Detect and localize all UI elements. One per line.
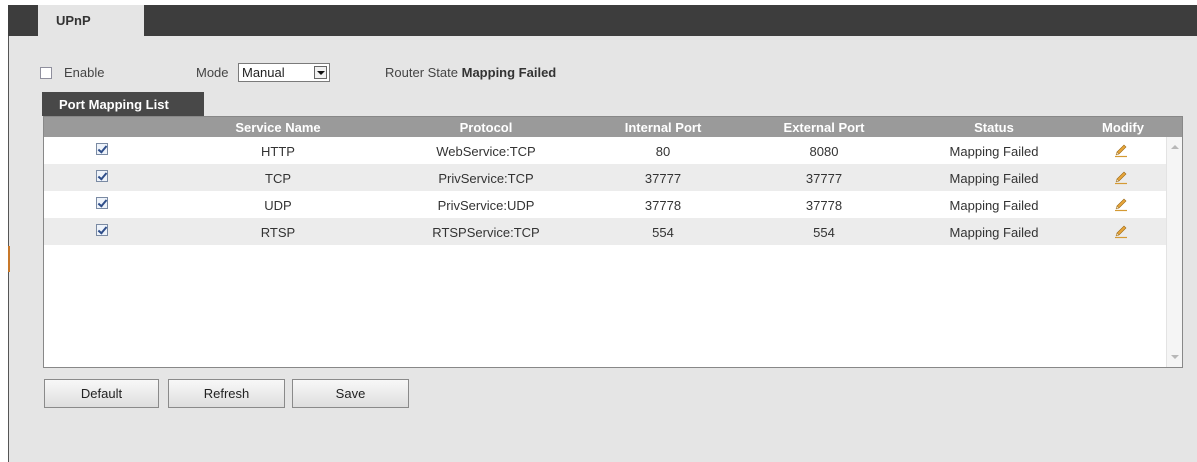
table-row[interactable]: RTSP RTSPService:TCP 554 554 Mapping Failed <box>44 218 1167 245</box>
header-internal-port: Internal Port <box>624 120 702 135</box>
cell-service-name: HTTP <box>261 144 295 159</box>
header-external-port: External Port <box>783 120 865 135</box>
table-header: Service Name Protocol Internal Port Exte… <box>44 117 1182 137</box>
upnp-panel: UPnP Enable Mode Manual Router State Map… <box>8 5 1197 462</box>
settings-row: Enable Mode Manual Router State Mapping … <box>40 63 740 83</box>
dropdown-arrow-icon[interactable] <box>314 66 327 79</box>
tab-upnp[interactable]: UPnP <box>38 5 144 36</box>
cell-protocol: PrivService:TCP <box>438 171 534 186</box>
cell-status: Mapping Failed <box>949 225 1039 240</box>
cell-external-port: 8080 <box>809 144 839 159</box>
cell-protocol: RTSPService:TCP <box>432 225 540 240</box>
cell-status: Mapping Failed <box>949 171 1039 186</box>
cell-external-port: 554 <box>813 225 835 240</box>
header-protocol: Protocol <box>459 120 513 135</box>
table-row[interactable]: HTTP WebService:TCP 80 8080 Mapping Failed <box>44 137 1167 164</box>
cell-external-port: 37777 <box>805 171 843 186</box>
cell-service-name: UDP <box>264 198 292 213</box>
save-button[interactable]: Save <box>292 379 409 408</box>
pencil-icon[interactable] <box>1113 223 1129 239</box>
header-status: Status <box>974 120 1014 135</box>
enable-checkbox[interactable] <box>40 67 52 79</box>
router-state-label: Router State <box>385 65 458 80</box>
scroll-up-icon[interactable] <box>1171 145 1179 149</box>
cell-internal-port: 80 <box>655 144 671 159</box>
cell-internal-port: 37777 <box>644 171 682 186</box>
pencil-icon[interactable] <box>1113 196 1129 212</box>
mode-select[interactable]: Manual <box>238 63 330 82</box>
cell-external-port: 37778 <box>805 198 843 213</box>
table-row[interactable]: TCP PrivService:TCP 37777 37777 Mapping Fail… <box>44 164 1167 191</box>
router-state-value: Mapping Failed <box>461 65 557 80</box>
header-service-name: Service Name <box>235 120 321 135</box>
port-mapping-table: Service Name Protocol Internal Port Exte… <box>43 116 1183 368</box>
edge-marker <box>8 246 10 272</box>
row-checkbox[interactable] <box>96 197 108 209</box>
vertical-scrollbar[interactable] <box>1166 137 1182 367</box>
row-checkbox[interactable] <box>96 224 108 236</box>
refresh-button[interactable]: Refresh <box>168 379 285 408</box>
cell-service-name: TCP <box>265 171 291 186</box>
scroll-down-icon[interactable] <box>1171 355 1179 359</box>
cell-internal-port: 554 <box>652 225 674 240</box>
mode-value: Manual <box>242 65 285 80</box>
tab-port-mapping-list[interactable]: Port Mapping List <box>42 92 204 116</box>
router-state: Router State Mapping Failed <box>385 65 556 80</box>
row-checkbox[interactable] <box>96 143 108 155</box>
cell-protocol: PrivService:UDP <box>437 198 535 213</box>
cell-protocol: WebService:TCP <box>436 144 536 159</box>
cell-service-name: RTSP <box>260 225 296 240</box>
enable-label: Enable <box>64 65 105 80</box>
pencil-icon[interactable] <box>1113 169 1129 185</box>
table-row[interactable]: UDP PrivService:UDP 37778 37778 Mapping Fail… <box>44 191 1167 218</box>
cell-status: Mapping Failed <box>949 198 1039 213</box>
default-button[interactable]: Default <box>44 379 159 408</box>
header-modify: Modify <box>1102 120 1144 135</box>
pencil-icon[interactable] <box>1113 142 1129 158</box>
cell-status: Mapping Failed <box>949 144 1039 159</box>
top-tab-bar: UPnP <box>8 5 1197 36</box>
cell-internal-port: 37778 <box>644 198 682 213</box>
mode-label: Mode <box>196 65 229 80</box>
row-checkbox[interactable] <box>96 170 108 182</box>
